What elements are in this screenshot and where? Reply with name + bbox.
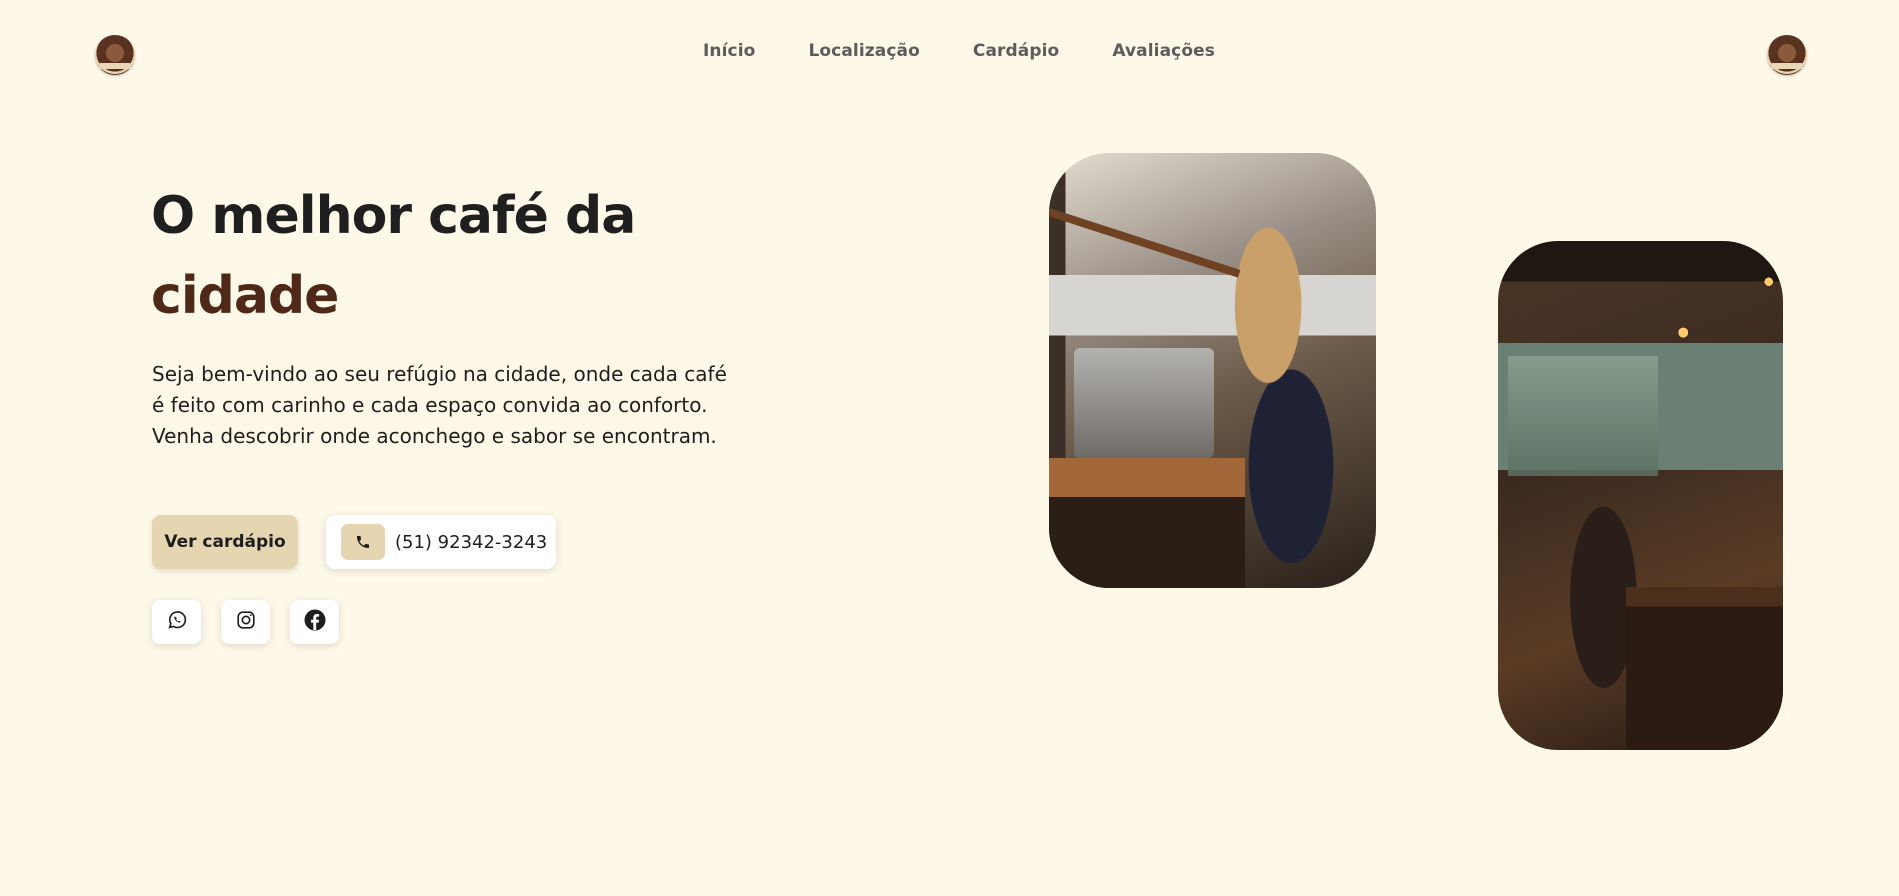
cafe-interior-photo bbox=[1498, 241, 1783, 750]
hero-title: O melhor café da cidade bbox=[151, 176, 636, 336]
facebook-button[interactable] bbox=[290, 600, 339, 644]
hero-description: Seja bem-vindo ao seu refúgio na cidade,… bbox=[152, 362, 727, 448]
nav-item-cardapio[interactable]: Cardápio bbox=[973, 41, 1059, 61]
nav-item-localizacao[interactable]: Localização bbox=[808, 41, 919, 61]
nav-item-inicio[interactable]: Início bbox=[703, 41, 755, 61]
whatsapp-icon bbox=[166, 609, 188, 635]
whatsapp-button[interactable] bbox=[152, 600, 201, 644]
nav-item-avaliacoes[interactable]: Avaliações bbox=[1112, 41, 1215, 61]
phone-icon bbox=[341, 524, 385, 560]
barista-photo bbox=[1049, 153, 1376, 588]
logo-left[interactable] bbox=[95, 35, 135, 75]
view-menu-button[interactable]: Ver cardápio bbox=[152, 515, 298, 569]
instagram-icon bbox=[235, 609, 257, 635]
hero-title-line2: cidade bbox=[151, 266, 339, 326]
main-nav: Início Localização Cardápio Avaliações bbox=[703, 41, 1215, 61]
facebook-icon bbox=[303, 608, 327, 636]
hero-title-line1: O melhor café da bbox=[151, 186, 636, 246]
instagram-button[interactable] bbox=[221, 600, 270, 644]
phone-number: (51) 92342-3243 bbox=[395, 531, 548, 553]
logo-right[interactable] bbox=[1767, 35, 1807, 75]
phone-button[interactable]: (51) 92342-3243 bbox=[326, 515, 556, 569]
social-links bbox=[152, 600, 339, 644]
page: Início Localização Cardápio Avaliações O… bbox=[0, 0, 1899, 896]
